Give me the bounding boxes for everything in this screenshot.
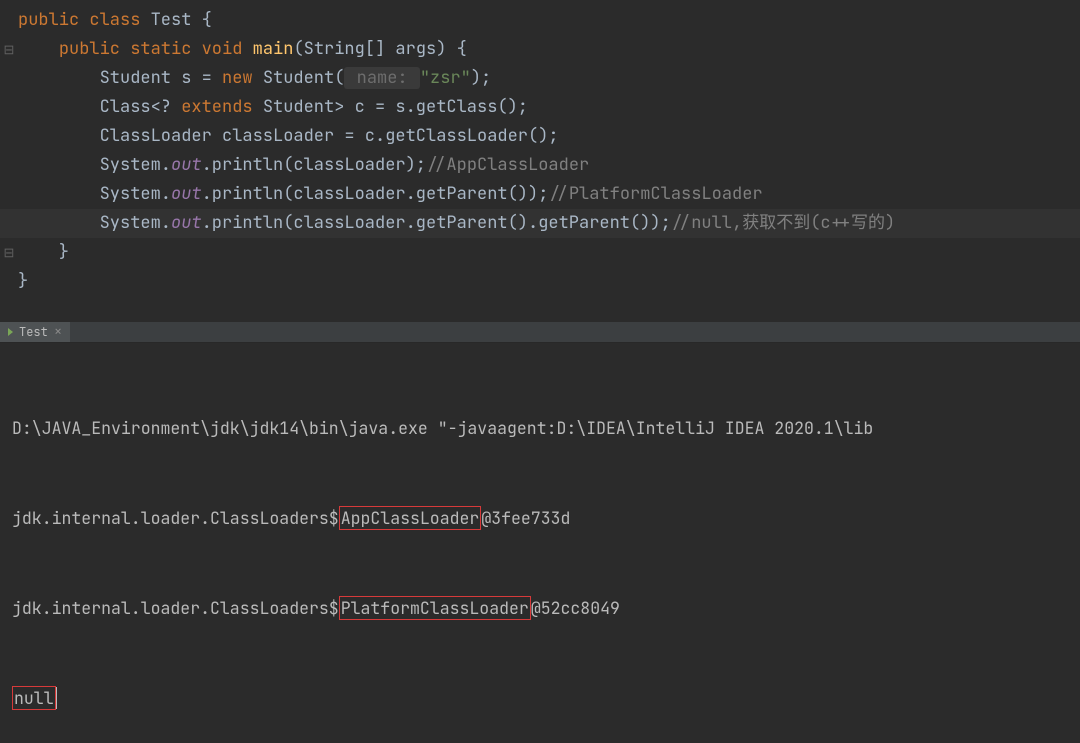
gutter-icon [0,122,18,151]
code-text: System.out.println(classLoader.getParent… [18,183,763,205]
gutter-icon [0,6,18,35]
code-text: ClassLoader classLoader = c.getClassLoad… [18,125,559,147]
highlight-box: null [12,686,56,710]
code-line[interactable]: ⊟ } [0,238,1080,267]
close-icon[interactable]: × [54,325,62,339]
code-line[interactable]: Class<? extends Student> c = s.getClass(… [0,93,1080,122]
console-line: D:\JAVA_Environment\jdk\jdk14\bin\java.e… [12,413,1068,443]
gutter-icon [0,151,18,180]
fold-icon[interactable]: ⊟ [0,35,18,64]
console-line: null [12,683,1068,713]
code-text: public static void main(String[] args) { [18,38,467,60]
console-line: jdk.internal.loader.ClassLoaders$AppClas… [12,503,1068,533]
code-line[interactable]: public class Test { [0,6,1080,35]
code-line[interactable]: ⊟ public static void main(String[] args)… [0,35,1080,64]
gutter-icon [0,64,18,93]
code-text: public class Test { [18,9,212,31]
highlight-box: AppClassLoader [339,506,482,530]
code-text: Class<? extends Student> c = s.getClass(… [18,96,528,118]
gutter-icon [0,180,18,209]
code-line[interactable]: System.out.println(classLoader);//AppCla… [0,151,1080,180]
code-line[interactable]: } [0,267,1080,296]
console-output[interactable]: D:\JAVA_Environment\jdk\jdk14\bin\java.e… [0,343,1080,743]
console-line: jdk.internal.loader.ClassLoaders$Platfor… [12,593,1068,623]
code-text: System.out.println(classLoader.getParent… [18,212,895,234]
code-line[interactable]: Student s = new Student( name: "zsr"); [0,64,1080,93]
code-line[interactable]: System.out.println(classLoader.getParent… [0,209,1080,238]
code-text: } [18,270,28,292]
highlight-box: PlatformClassLoader [339,596,531,620]
fold-icon[interactable]: ⊟ [0,238,18,267]
run-arrow-icon [8,328,13,336]
gutter-icon [0,93,18,122]
code-line[interactable]: ClassLoader classLoader = c.getClassLoad… [0,122,1080,151]
run-tabbar: Test × [0,322,1080,343]
text-caret [56,687,57,709]
code-line[interactable]: System.out.println(classLoader.getParent… [0,180,1080,209]
run-tab-label: Test [19,324,48,340]
code-text: Student s = new Student( name: "zsr"); [18,67,491,89]
run-tab-test[interactable]: Test × [0,322,70,342]
code-editor[interactable]: public class Test { ⊟ public static void… [0,0,1080,322]
parameter-hint: name: [344,67,419,89]
gutter-icon [0,209,18,238]
code-text: System.out.println(classLoader);//AppCla… [18,154,589,176]
code-text: } [18,241,69,263]
gutter-icon [0,267,18,296]
